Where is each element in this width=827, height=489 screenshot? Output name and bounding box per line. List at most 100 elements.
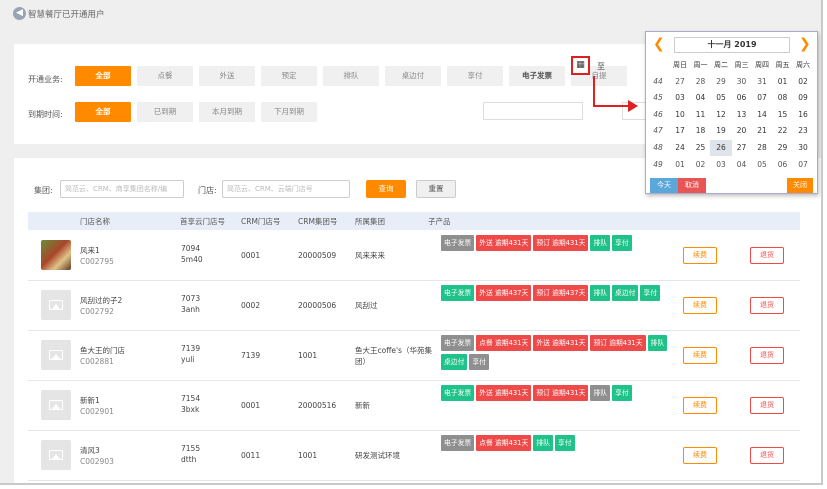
renew-button[interactable]: 续费	[683, 447, 717, 464]
product-tag[interactable]: 排队	[590, 285, 611, 301]
cancel-button[interactable]: 取消	[678, 178, 706, 193]
calendar-day[interactable]: 05	[710, 90, 732, 106]
product-tag[interactable]: 电子发票	[441, 385, 475, 401]
store-name[interactable]: 清风3	[80, 445, 114, 456]
product-tag[interactable]: 外送 逾期431天	[476, 385, 532, 401]
calendar-day[interactable]: 29	[772, 140, 794, 156]
business-option[interactable]: 点餐	[137, 66, 193, 86]
calendar-day[interactable]: 05	[751, 157, 773, 173]
calendar-day[interactable]: 27	[669, 74, 691, 90]
business-option[interactable]: 外送	[199, 66, 255, 86]
product-tag[interactable]: 排队	[590, 235, 611, 251]
back-icon[interactable]: ◀	[13, 7, 26, 20]
business-option[interactable]: 电子发票	[509, 66, 565, 86]
product-tag[interactable]: 电子发票	[441, 235, 475, 251]
calendar-month-title[interactable]: 十一月 2019	[674, 37, 790, 53]
calendar-icon[interactable]: ▦	[571, 56, 590, 75]
expire-option[interactable]: 下月到期	[261, 102, 317, 122]
chevron-right-icon[interactable]: ❯	[799, 36, 811, 52]
calendar-day[interactable]: 03	[669, 90, 691, 106]
business-option[interactable]: 全部	[75, 66, 131, 86]
product-tag[interactable]: 桌边付	[441, 354, 468, 370]
calendar-day[interactable]: 15	[772, 107, 794, 123]
calendar-day[interactable]: 30	[731, 74, 753, 90]
calendar-day[interactable]: 01	[669, 157, 691, 173]
product-tag[interactable]: 外送 逾期431天	[533, 335, 589, 351]
product-tag[interactable]: 排队	[533, 435, 553, 451]
product-tag[interactable]: 预订 逾期431天	[533, 385, 589, 401]
refund-button[interactable]: 退货	[750, 347, 784, 364]
start-date-input[interactable]	[483, 102, 583, 120]
product-tag[interactable]: 预订 逾期431天	[590, 335, 646, 351]
calendar-day[interactable]: 02	[792, 74, 814, 90]
calendar-day[interactable]: 24	[669, 140, 691, 156]
product-tag[interactable]: 享付	[554, 435, 575, 451]
business-option[interactable]: 桌边付	[385, 66, 441, 86]
calendar-day[interactable]: 27	[731, 140, 753, 156]
calendar-day[interactable]: 06	[731, 90, 753, 106]
group-search-input[interactable]: 简范云、CRM、商享集团名称/编	[60, 180, 184, 198]
calendar-day[interactable]: 17	[669, 123, 691, 139]
product-tag[interactable]: 排队	[590, 385, 611, 401]
product-tag[interactable]: 享付	[612, 385, 632, 401]
calendar-day[interactable]: 28	[690, 74, 712, 90]
reset-button[interactable]: 重置	[416, 180, 456, 198]
calendar-day[interactable]: 18	[690, 123, 712, 139]
calendar-day[interactable]: 25	[690, 140, 712, 156]
store-name[interactable]: 新新1	[80, 395, 114, 406]
today-button[interactable]: 今天	[650, 178, 678, 193]
product-tag[interactable]: 享付	[640, 285, 661, 301]
product-tag[interactable]: 桌边付	[612, 285, 639, 301]
calendar-day[interactable]: 01	[772, 74, 794, 90]
calendar-day[interactable]: 19	[710, 123, 732, 139]
calendar-day[interactable]: 08	[772, 90, 794, 106]
renew-button[interactable]: 续费	[683, 397, 717, 414]
renew-button[interactable]: 续费	[683, 297, 717, 314]
product-tag[interactable]: 点餐 逾期431天	[476, 335, 532, 351]
calendar-day[interactable]: 04	[690, 90, 712, 106]
close-button[interactable]: 关闭	[787, 178, 813, 193]
product-tag[interactable]: 享付	[612, 235, 632, 251]
calendar-day[interactable]: 22	[772, 123, 794, 139]
store-search-input[interactable]: 简范云、CRM、云端门店号	[222, 180, 350, 198]
calendar-day[interactable]: 13	[731, 107, 753, 123]
calendar-day[interactable]: 10	[669, 107, 691, 123]
calendar-day[interactable]: 21	[751, 123, 773, 139]
calendar-day[interactable]: 03	[710, 157, 732, 173]
product-tag[interactable]: 外送 逾期437天	[476, 285, 532, 301]
renew-button[interactable]: 续费	[683, 247, 717, 264]
calendar-day[interactable]: 07	[751, 90, 773, 106]
calendar-day[interactable]: 29	[710, 74, 732, 90]
renew-button[interactable]: 续费	[683, 347, 717, 364]
refund-button[interactable]: 退货	[750, 247, 784, 264]
calendar-day[interactable]: 16	[792, 107, 814, 123]
expire-option[interactable]: 本月到期	[199, 102, 255, 122]
calendar-day[interactable]: 28	[751, 140, 773, 156]
chevron-left-icon[interactable]: ❮	[653, 36, 665, 52]
expire-option[interactable]: 全部	[75, 102, 131, 122]
refund-button[interactable]: 退货	[750, 297, 784, 314]
calendar-day[interactable]: 04	[731, 157, 753, 173]
product-tag[interactable]: 预订 逾期431天	[533, 235, 589, 251]
store-name[interactable]: 风刮过的子2	[80, 295, 122, 306]
product-tag[interactable]: 排队	[647, 335, 668, 351]
product-tag[interactable]: 电子发票	[441, 335, 475, 351]
calendar-day[interactable]: 11	[690, 107, 712, 123]
calendar-day[interactable]: 14	[751, 107, 773, 123]
product-tag[interactable]: 电子发票	[441, 435, 475, 451]
business-option[interactable]: 预定	[261, 66, 317, 86]
product-tag[interactable]: 点餐 逾期431天	[476, 435, 532, 451]
product-tag[interactable]: 预订 逾期437天	[533, 285, 589, 301]
calendar-day[interactable]: 31	[751, 74, 773, 90]
query-button[interactable]: 查询	[366, 180, 406, 198]
calendar-day[interactable]: 12	[710, 107, 732, 123]
product-tag[interactable]: 外送 逾期431天	[476, 235, 532, 251]
business-option[interactable]: 排队	[323, 66, 379, 86]
expire-option[interactable]: 已到期	[137, 102, 193, 122]
calendar-day[interactable]: 06	[772, 157, 794, 173]
product-tag[interactable]: 享付	[469, 354, 489, 370]
business-option[interactable]: 享付	[447, 66, 503, 86]
calendar-day[interactable]: 02	[690, 157, 712, 173]
store-name[interactable]: 鱼大王的门店	[80, 345, 125, 356]
calendar-day[interactable]: 30	[792, 140, 814, 156]
